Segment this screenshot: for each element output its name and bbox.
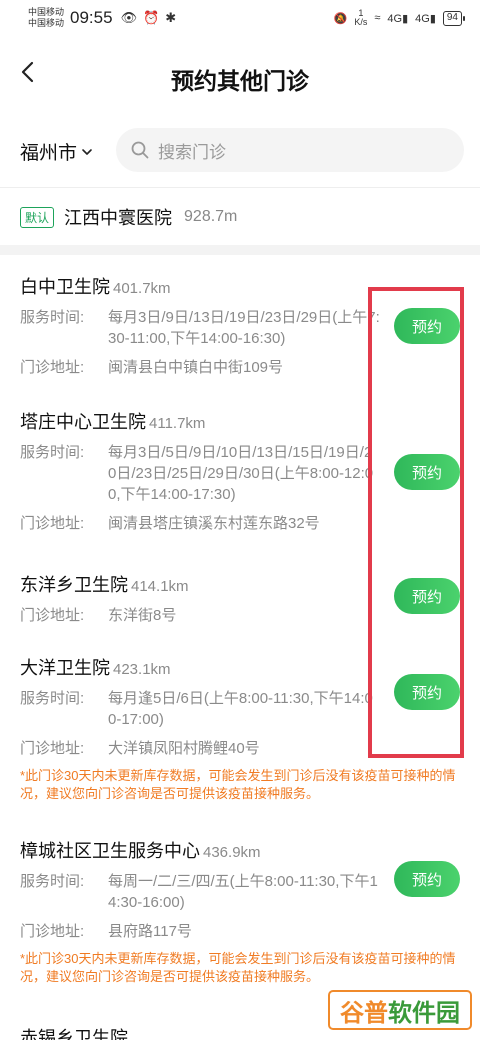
bluetooth-icon: ✱: [165, 10, 177, 25]
address-label: 门诊地址:: [20, 923, 85, 940]
divider: [0, 187, 480, 188]
alarm-icon: ⏰: [143, 10, 160, 25]
clinic-address: 东洋街8号: [108, 607, 177, 624]
clinic-name: 东洋乡卫生院: [20, 575, 128, 595]
default-clinic-name: 江西中寰医院: [64, 208, 173, 228]
section-divider: [0, 245, 480, 255]
clinic-distance: 411.7km: [149, 415, 206, 432]
clinic-address: 大洋镇凤阳村腾鲤40号: [108, 740, 260, 757]
eye-icon: 👁: [120, 10, 138, 25]
stock-warning: *此门诊30天内未更新库存数据，可能会发生到门诊后没有该疫苗可接种的情况，建议您…: [20, 768, 456, 801]
address-label: 门诊地址:: [20, 359, 85, 376]
clinic-hours: 每周一/二/三/四/五(上午8:00-11:30,下午14:30-16:00): [108, 873, 378, 911]
chevron-down-icon: [82, 148, 92, 155]
clinic-name: 白中卫生院: [20, 277, 110, 297]
page-title: 预约其他门诊: [171, 68, 309, 94]
clinic-item[interactable]: 樟城社区卫生服务中心 436.9km 服务时间: 每周一/二/三/四/五(上午8…: [0, 819, 480, 1006]
clinic-distance: 436.9km: [203, 844, 261, 861]
book-button[interactable]: 预约: [394, 861, 460, 897]
header: 预约其他门诊: [0, 44, 480, 108]
search-placeholder: 搜索门诊: [158, 142, 226, 162]
clinic-name: 赤锡乡卫生院: [20, 1028, 128, 1040]
city-label: 福州市: [20, 143, 78, 164]
address-label: 门诊地址:: [20, 740, 85, 757]
clinic-name: 樟城社区卫生服务中心: [20, 841, 200, 861]
carrier-info: 中国移动 中国移动: [28, 7, 64, 29]
default-clinic-distance: 928.7m: [184, 208, 238, 225]
default-badge: 默认: [20, 206, 55, 228]
address-label: 门诊地址:: [20, 607, 85, 624]
signal-icon-2: 4G▮: [415, 12, 436, 25]
clinic-hours: 每月3日/9日/13日/19日/23日/29日(上午7:30-11:00,下午1…: [108, 309, 380, 347]
status-bar: 中国移动 中国移动 09:55 👁 ⏰ ✱ 🔕 1 K/s ≈ 4G▮ 4G▮ …: [0, 0, 480, 36]
search-input[interactable]: 搜索门诊: [116, 128, 464, 172]
clinic-address: 闽清县塔庄镇溪东村莲东路32号: [108, 515, 320, 532]
hours-label: 服务时间:: [20, 444, 85, 461]
watermark-logo: 谷普 软件园: [328, 990, 472, 1030]
clinic-distance: 414.1km: [131, 578, 189, 595]
search-icon: [131, 141, 149, 159]
clinic-address: 闽清县白中镇白中街109号: [108, 359, 284, 376]
clinic-name: 大洋卫生院: [20, 658, 110, 678]
mute-icon: 🔕: [333, 12, 348, 25]
carrier-2: 中国移动: [28, 18, 65, 28]
network-speed: 1 K/s: [354, 8, 368, 27]
search-row: 福州市 搜索门诊: [0, 128, 480, 174]
clinic-address: 县府路117号: [108, 923, 192, 940]
carrier-1: 中国移动: [28, 7, 65, 17]
wifi-icon: ≈: [374, 12, 381, 24]
stock-warning: *此门诊30天内未更新库存数据，可能会发生到门诊后没有该疫苗可接种的情况，建议您…: [20, 951, 456, 984]
clinic-hours: 每月逢5日/6日(上午8:00-11:30,下午14:00-17:00): [108, 690, 373, 728]
signal-icon-1: 4G▮: [387, 12, 409, 25]
clinic-distance: 401.7km: [113, 280, 171, 297]
hours-label: 服务时间:: [20, 873, 85, 890]
clinic-distance: 423.1km: [113, 661, 171, 678]
hours-label: 服务时间:: [20, 309, 85, 326]
address-label: 门诊地址:: [20, 515, 85, 532]
clinic-name: 塔庄中心卫生院: [20, 412, 146, 432]
clinic-hours: 每月3日/5日/9日/10日/13日/15日/19日/20日/23日/25日/2…: [108, 444, 374, 503]
battery-icon: 94: [442, 10, 466, 26]
city-selector[interactable]: 福州市: [20, 138, 93, 165]
clock: 09:55: [70, 8, 113, 27]
hours-label: 服务时间:: [20, 690, 85, 707]
highlight-box: [368, 287, 464, 758]
default-clinic[interactable]: 默认 江西中寰医院 928.7m: [20, 204, 237, 230]
